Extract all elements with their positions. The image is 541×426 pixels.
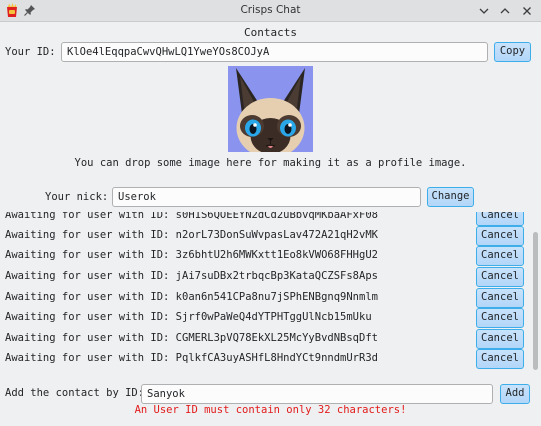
contact-status: Awaiting for user with ID: k0an6n541CPa8… xyxy=(5,291,378,303)
user-id-field[interactable]: KlOe4lEqqpaCwvQHwLQ1YweYOs8COJyA xyxy=(61,42,488,62)
drop-image-hint: You can drop some image here for making … xyxy=(74,157,467,169)
page-title: Contacts xyxy=(244,26,297,39)
add-button[interactable]: Add xyxy=(500,384,530,404)
contacts-list[interactable]: Awaiting for user with ID: s0H1S6QOEEYN2… xyxy=(0,212,530,370)
your-id-label: Your ID: xyxy=(5,46,56,58)
cancel-button[interactable]: Cancel xyxy=(476,308,524,328)
list-item: Awaiting for user with ID: k0an6n541CPa8… xyxy=(0,288,530,308)
contact-status: Awaiting for user with ID: PqlkfCA3uyASH… xyxy=(5,352,378,364)
list-item: Awaiting for user with ID: jAi7suDBx2trb… xyxy=(0,267,530,287)
nick-field[interactable]: Userok xyxy=(112,187,421,207)
minimize-icon[interactable] xyxy=(476,3,492,19)
cancel-button[interactable]: Cancel xyxy=(476,246,524,266)
contact-status: Awaiting for user with ID: 3z6bhtU2h6MWK… xyxy=(5,249,378,261)
contact-id-input[interactable]: Sanyok xyxy=(141,384,493,404)
title-bar[interactable]: Crisps Chat xyxy=(0,0,541,22)
contact-status: Awaiting for user with ID: n2orL73DonSuW… xyxy=(5,229,378,241)
cancel-button[interactable]: Cancel xyxy=(476,212,524,226)
maximize-icon[interactable] xyxy=(497,3,513,19)
contact-status: Awaiting for user with ID: s0H1S6QOEEYN2… xyxy=(5,212,378,221)
siamese-cat-avatar-image xyxy=(228,66,313,152)
list-item: Awaiting for user with ID: Sjrf0wPaWeQ4d… xyxy=(0,308,530,328)
list-item: Awaiting for user with ID: CGMERL3pVQ78E… xyxy=(0,329,530,349)
list-item: Awaiting for user with ID: s0H1S6QOEEYN2… xyxy=(0,212,530,226)
cancel-button[interactable]: Cancel xyxy=(476,349,524,369)
contact-status: Awaiting for user with ID: CGMERL3pVQ78E… xyxy=(5,332,378,344)
list-item: Awaiting for user with ID: PqlkfCA3uyASH… xyxy=(0,349,530,369)
window-title: Crisps Chat xyxy=(240,4,301,16)
cancel-button[interactable]: Cancel xyxy=(476,288,524,308)
crisps-chat-window: Crisps Chat Contacts Your ID: KlOe4lEqqp… xyxy=(0,0,541,426)
list-item: Awaiting for user with ID: n2orL73DonSuW… xyxy=(0,226,530,246)
list-item: Awaiting for user with ID: 3z6bhtU2h6MWK… xyxy=(0,246,530,266)
scrollbar-thumb[interactable] xyxy=(533,232,538,370)
error-message: An User ID must contain only 32 characte… xyxy=(134,404,407,416)
copy-button[interactable]: Copy xyxy=(494,42,531,62)
cancel-button[interactable]: Cancel xyxy=(476,329,524,349)
change-button[interactable]: Change xyxy=(427,187,474,207)
cancel-button[interactable]: Cancel xyxy=(476,226,524,246)
avatar[interactable] xyxy=(228,66,313,152)
add-contact-label: Add the contact by ID: xyxy=(5,387,145,399)
contacts-scrollbar[interactable] xyxy=(531,212,540,372)
close-icon[interactable] xyxy=(519,3,535,19)
contact-status: Awaiting for user with ID: jAi7suDBx2trb… xyxy=(5,270,378,282)
contact-status: Awaiting for user with ID: Sjrf0wPaWeQ4d… xyxy=(5,311,372,323)
cancel-button[interactable]: Cancel xyxy=(476,267,524,287)
your-nick-label: Your nick: xyxy=(45,191,109,203)
